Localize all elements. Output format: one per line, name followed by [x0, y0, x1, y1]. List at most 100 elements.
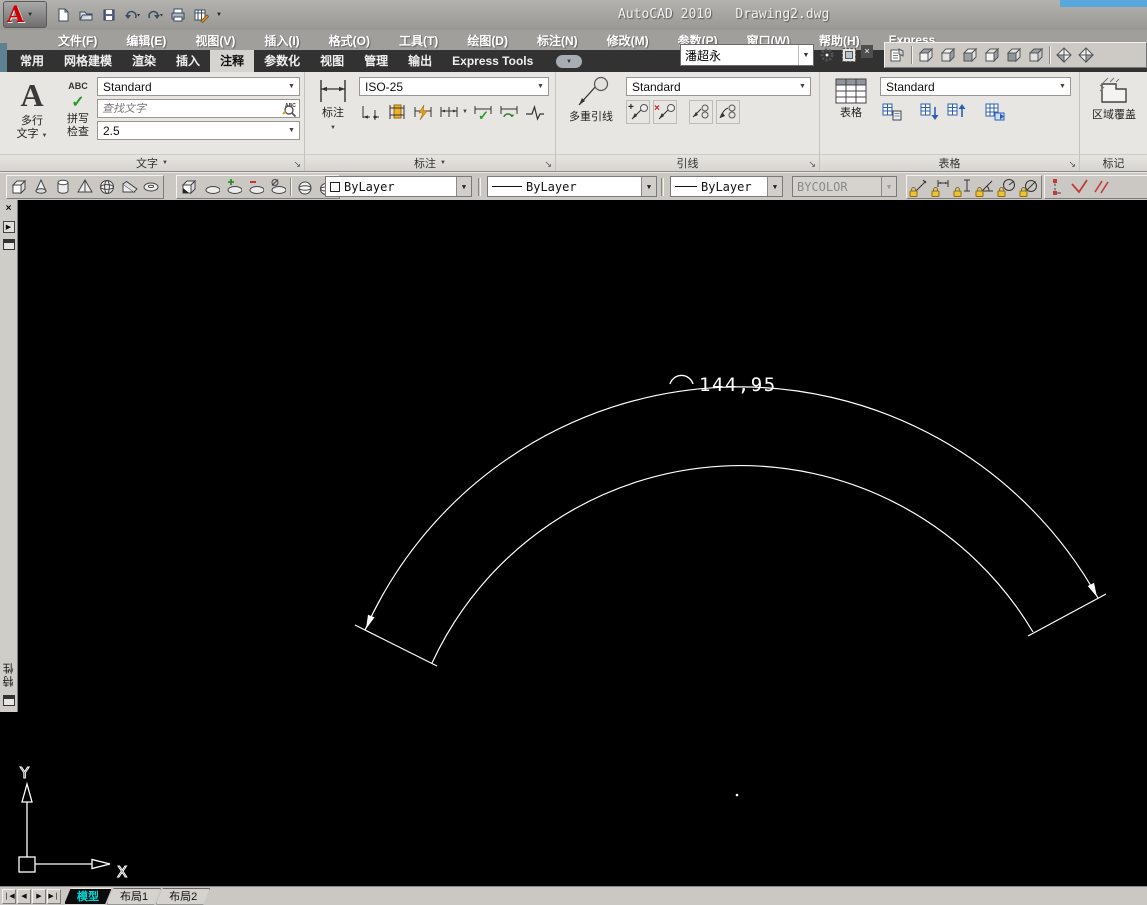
extrude-face-icon[interactable] — [178, 176, 200, 198]
menu-modify[interactable]: 修改(M) — [607, 32, 649, 49]
redo-button[interactable] — [144, 4, 166, 26]
view-front-button[interactable] — [1003, 44, 1025, 66]
surface-null-icon[interactable] — [266, 176, 288, 198]
angular-constraint-icon[interactable] — [974, 176, 996, 198]
parallel-constraint-icon[interactable] — [1090, 176, 1112, 198]
tab-model[interactable]: 模型 — [64, 888, 112, 905]
jogged-linear-button[interactable] — [523, 100, 547, 124]
wipeout-button[interactable]: 区域覆盖 — [1086, 76, 1142, 122]
horizontal-constraint-icon[interactable] — [930, 176, 952, 198]
tab-layout1[interactable]: 布局1 — [107, 888, 161, 905]
ribbon-tab-insert[interactable]: 插入 — [166, 50, 210, 72]
new-file-button[interactable] — [52, 4, 74, 26]
ribbon-tab-home[interactable]: 常用 — [10, 50, 54, 72]
cylinder-icon[interactable] — [52, 176, 74, 198]
multileader-button[interactable]: 多重引线 — [560, 76, 622, 124]
sphere-icon[interactable] — [96, 176, 118, 198]
dim-inspect-button[interactable]: ✓ — [471, 100, 495, 124]
named-views-button[interactable] — [887, 44, 909, 66]
view-top-button[interactable] — [915, 44, 937, 66]
panel-footer-dimension[interactable]: 标注 ▼ ↘ — [305, 154, 555, 171]
view-bottom-button[interactable] — [937, 44, 959, 66]
data-link-button[interactable] — [983, 100, 1007, 124]
view-right-button[interactable] — [981, 44, 1003, 66]
search-settings-gear-icon[interactable] — [817, 45, 836, 65]
last-tab-button[interactable]: ▶❘ — [47, 888, 61, 904]
ribbon-tab-mesh[interactable]: 网格建模 — [54, 50, 122, 72]
find-text-field[interactable]: ABC — [97, 99, 300, 118]
panel-footer-text[interactable]: 文字 ▼ ↘ — [0, 154, 304, 171]
chevron-down-icon[interactable]: ▼ — [456, 177, 471, 196]
add-leader-button[interactable]: + — [626, 100, 650, 124]
object-color-combo[interactable]: ByLayer ▼ — [325, 176, 472, 197]
close-icon[interactable]: × — [861, 44, 873, 58]
sphere-edit-icon[interactable] — [294, 176, 316, 198]
chevron-down-icon[interactable]: ▼ — [798, 45, 813, 65]
remove-leader-button[interactable]: × — [653, 100, 677, 124]
ribbon-tab-output[interactable]: 输出 — [398, 50, 442, 72]
open-file-button[interactable] — [75, 4, 97, 26]
ribbon-tab-annotate[interactable]: 注释 — [210, 50, 255, 72]
ribbon-tab-express[interactable]: Express Tools — [442, 50, 543, 72]
view-sw-isometric-button[interactable] — [1053, 44, 1075, 66]
communication-center-icon[interactable] — [839, 45, 858, 65]
dialog-launcher-icon[interactable]: ↘ — [1068, 159, 1076, 170]
dialog-launcher-icon[interactable]: ↘ — [544, 159, 552, 170]
right-cap-line-entity[interactable] — [1027, 593, 1107, 637]
inner-arc-entity[interactable] — [431, 465, 1034, 664]
cone-icon[interactable] — [30, 176, 52, 198]
menu-view[interactable]: 视图(V) — [195, 32, 235, 49]
first-tab-button[interactable]: ❘◀ — [2, 888, 16, 904]
infocenter-search-input[interactable] — [681, 48, 798, 62]
view-se-isometric-button[interactable] — [1075, 44, 1097, 66]
spell-check-button[interactable]: ABC ✓ 拼写 检查 — [60, 76, 96, 139]
plot-button[interactable] — [167, 4, 189, 26]
ribbon-tab-view[interactable]: 视图 — [310, 50, 354, 72]
ribbon-minimize-button[interactable]: ▼ — [556, 55, 582, 68]
dimension-value-text[interactable]: 144,95 — [699, 374, 777, 396]
download-from-source-button[interactable] — [918, 100, 942, 124]
find-text-search-icon[interactable]: ABC — [281, 101, 299, 117]
align-leaders-button[interactable] — [689, 100, 713, 124]
aligned-constraint-icon[interactable] — [908, 176, 930, 198]
menu-tools[interactable]: 工具(T) — [399, 32, 438, 49]
menu-format[interactable]: 格式(O) — [329, 32, 370, 49]
panel-footer-leader[interactable]: 引线 ↘ — [556, 154, 819, 171]
left-cap-line-entity[interactable] — [354, 624, 438, 667]
box-icon[interactable] — [8, 176, 30, 198]
dialog-launcher-icon[interactable]: ↘ — [808, 159, 816, 170]
ribbon-tab-parametric[interactable]: 参数化 — [254, 50, 310, 72]
find-text-input[interactable] — [98, 102, 281, 115]
next-tab-button[interactable]: ▶ — [32, 888, 46, 904]
drawing-canvas[interactable]: × ▶ 特性 144,95 Y X — [0, 200, 1147, 886]
menu-edit[interactable]: 编辑(E) — [126, 32, 166, 49]
wedge-icon[interactable] — [118, 176, 140, 198]
infocenter-search-field[interactable]: ▼ — [680, 44, 814, 66]
menu-draw[interactable]: 绘图(D) — [467, 32, 508, 49]
collect-leaders-button[interactable] — [716, 100, 740, 124]
surface-add-icon[interactable] — [222, 176, 244, 198]
quick-dimension-button[interactable] — [411, 100, 435, 124]
pyramid-icon[interactable] — [74, 176, 96, 198]
dim-style-combo[interactable]: ISO-25 ▼ — [359, 77, 549, 96]
text-style-combo[interactable]: Standard ▼ — [97, 77, 300, 96]
extract-data-button[interactable] — [880, 100, 904, 124]
table-button[interactable]: 表格 — [828, 76, 874, 120]
qat-customize-button[interactable]: ▼ — [213, 4, 225, 26]
surface-subtract-icon[interactable] — [244, 176, 266, 198]
panel-footer-markup[interactable]: 标记 — [1080, 154, 1147, 171]
prev-tab-button[interactable]: ◀ — [17, 888, 31, 904]
view-back-button[interactable] — [1025, 44, 1047, 66]
torus-icon[interactable] — [140, 176, 162, 198]
dim-update-button[interactable] — [497, 100, 521, 124]
table-style-combo[interactable]: Standard ▼ — [880, 77, 1071, 96]
mtext-button[interactable]: A 多行 文字 ▼ — [6, 76, 58, 143]
diameter-constraint-icon[interactable] — [1018, 176, 1040, 198]
mleader-style-combo[interactable]: Standard ▼ — [626, 77, 811, 96]
sheet-set-button[interactable] — [190, 4, 212, 26]
save-button[interactable] — [98, 4, 120, 26]
tab-layout2[interactable]: 布局2 — [156, 888, 210, 905]
dim-adjust-space-button[interactable] — [385, 100, 409, 124]
upload-to-source-button[interactable] — [945, 100, 969, 124]
menu-file[interactable]: 文件(F) — [58, 32, 97, 49]
